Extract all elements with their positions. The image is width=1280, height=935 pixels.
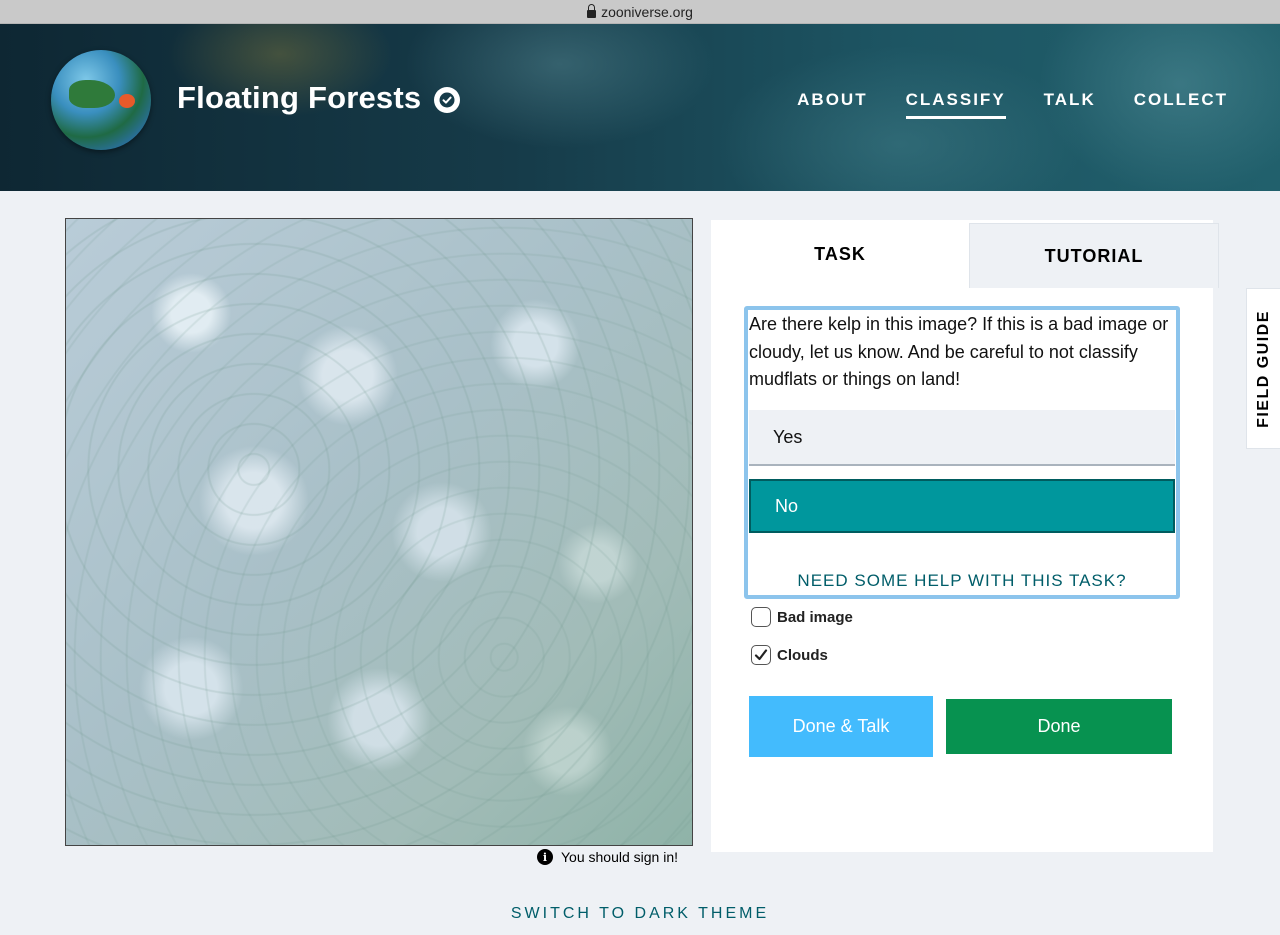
url-text: zooniverse.org <box>601 3 693 20</box>
done-button[interactable]: Done <box>946 699 1172 754</box>
bad-image-label: Bad image <box>777 608 853 626</box>
browser-url-bar[interactable]: zooniverse.org <box>0 0 1280 24</box>
answer-no-button[interactable]: No <box>749 479 1175 533</box>
task-question-box: Are there kelp in this image? If this is… <box>744 306 1180 599</box>
signin-text: You should sign in! <box>561 849 679 865</box>
task-help-link[interactable]: NEED SOME HELP WITH THIS TASK? <box>748 571 1176 591</box>
nav-collect[interactable]: COLLECT <box>1134 90 1228 116</box>
clouds-checkbox[interactable] <box>751 645 771 665</box>
field-guide-label: FIELD GUIDE <box>1254 309 1272 428</box>
clouds-label: Clouds <box>777 646 828 664</box>
bad-image-flag[interactable]: Bad image <box>751 607 853 627</box>
nav-talk[interactable]: TALK <box>1044 90 1096 116</box>
verified-icon <box>434 87 460 113</box>
checkmark-icon <box>754 649 768 661</box>
project-nav: ABOUT CLASSIFY TALK COLLECT <box>797 90 1228 119</box>
signin-notice: i You should sign in! <box>537 849 678 865</box>
field-guide-tab[interactable]: FIELD GUIDE <box>1246 288 1280 449</box>
info-icon: i <box>537 849 553 865</box>
clouds-flag[interactable]: Clouds <box>751 645 828 665</box>
tab-tutorial[interactable]: TUTORIAL <box>969 223 1219 288</box>
lock-icon <box>587 3 597 18</box>
switch-theme-link[interactable]: SWITCH TO DARK THEME <box>0 905 1280 923</box>
bad-image-checkbox[interactable] <box>751 607 771 627</box>
task-panel: TASK TUTORIAL Are there kelp in this ima… <box>711 220 1219 852</box>
project-header: Floating Forests ABOUT CLASSIFY TALK COL… <box>0 24 1280 191</box>
task-question: Are there kelp in this image? If this is… <box>749 314 1169 389</box>
tab-task[interactable]: TASK <box>711 220 969 288</box>
nav-about[interactable]: ABOUT <box>797 90 867 116</box>
subject-image[interactable] <box>65 218 693 846</box>
nav-classify[interactable]: CLASSIFY <box>905 90 1006 119</box>
project-title[interactable]: Floating Forests <box>177 80 421 116</box>
project-avatar[interactable] <box>51 50 151 150</box>
done-and-talk-button[interactable]: Done & Talk <box>749 696 933 757</box>
answer-yes-button[interactable]: Yes <box>749 410 1175 466</box>
